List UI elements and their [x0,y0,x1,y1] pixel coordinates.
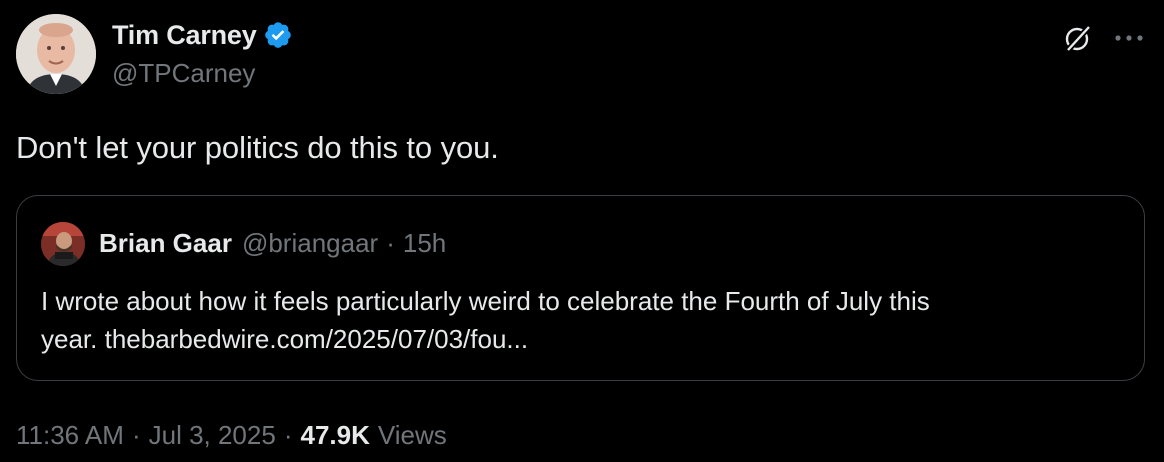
quoted-author-avatar[interactable] [41,222,85,266]
author-display-name[interactable]: Tim Carney [112,20,257,51]
separator-dot: · [386,228,395,258]
quoted-text-line-1: I wrote about how it feels particularly … [41,286,930,316]
author-block: Tim Carney @TPCarney [112,18,293,89]
quoted-text: I wrote about how it feels particularly … [41,282,1121,358]
separator-dot: · [131,420,141,450]
quoted-header: Brian Gaar @briangaar · 15h [99,228,446,259]
tweet-text: Don't let your politics do this to you. [16,130,499,165]
author-handle[interactable]: @TPCarney [112,58,293,89]
tweet-meta: 11:36 AM · Jul 3, 2025 · 47.9K Views [16,420,447,451]
author-avatar[interactable] [16,14,96,94]
tweet[interactable]: Tim Carney @TPCarney Don't let your poli… [0,0,1164,462]
quoted-text-line-2: year. thebarbedwire.com/2025/07/03/fou..… [41,324,529,354]
views-label[interactable]: Views [378,420,447,451]
tweet-date[interactable]: Jul 3, 2025 [149,420,276,451]
grok-icon[interactable] [1062,22,1094,54]
separator-dot: · [283,420,293,450]
tweet-time[interactable]: 11:36 AM [16,420,124,451]
tweet-actions-top [1062,22,1146,54]
quoted-handle[interactable]: @briangaar [242,228,378,259]
views-count[interactable]: 47.9K [301,420,370,451]
verified-badge-icon[interactable] [263,20,293,50]
quoted-tweet[interactable]: Brian Gaar @briangaar · 15h I wrote abou… [16,195,1145,381]
quoted-display-name[interactable]: Brian Gaar [99,228,232,259]
quoted-timestamp[interactable]: 15h [403,228,446,259]
more-options-icon[interactable] [1112,28,1146,48]
